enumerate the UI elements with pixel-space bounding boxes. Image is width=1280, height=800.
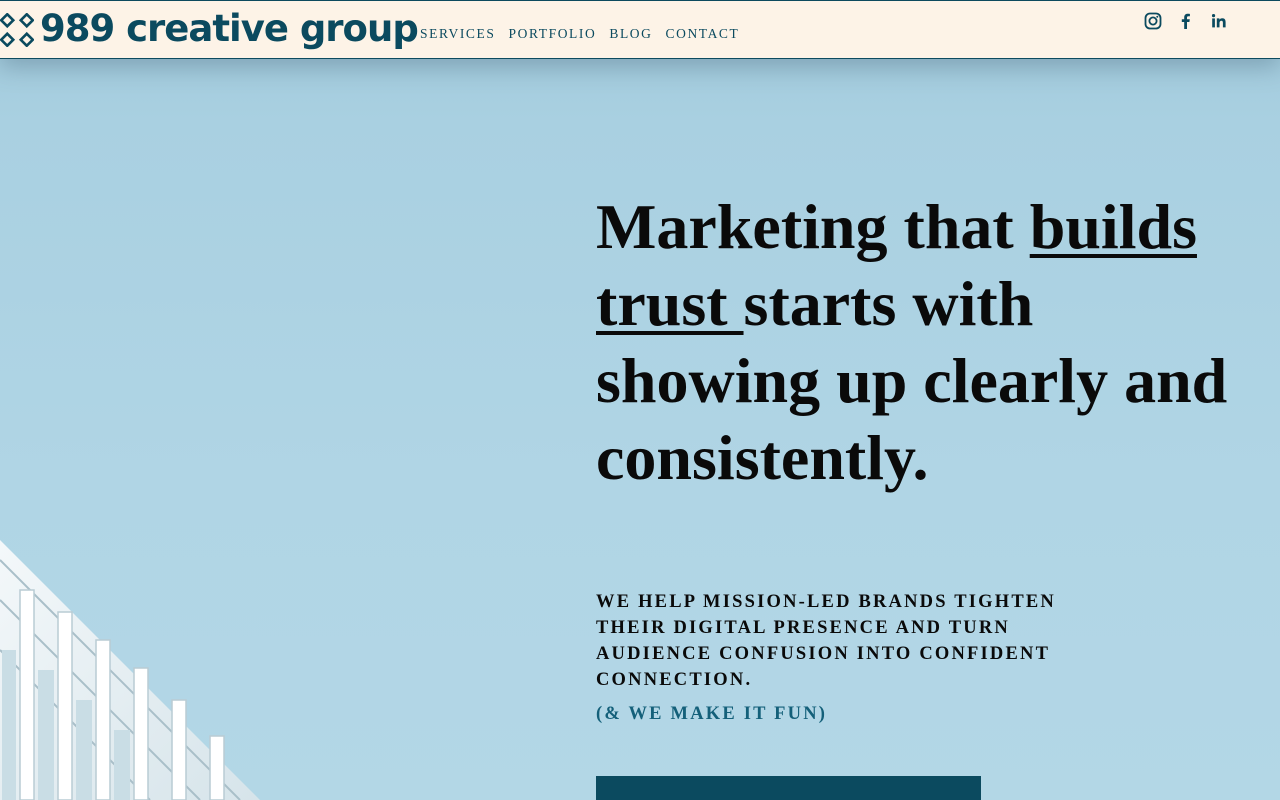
facebook-icon[interactable]: [1176, 11, 1196, 31]
hero-tagline: (& WE MAKE IT FUN): [596, 704, 828, 724]
hero-subheading: WE HELP MISSION-LED BRANDS TIGHTEN THEIR…: [596, 592, 1056, 690]
logo-diamonds-icon: [0, 13, 34, 47]
building-photo: [0, 540, 260, 800]
instagram-icon[interactable]: [1143, 11, 1163, 31]
nav-services[interactable]: SERVICES: [420, 27, 495, 41]
main-nav: SERVICES PORTFOLIO BLOG CONTACT: [420, 27, 739, 41]
nav-portfolio[interactable]: PORTFOLIO: [508, 27, 596, 41]
social-links: [1143, 11, 1229, 31]
page: 989 creative group SERVICES PORTFOLIO BL…: [0, 0, 1280, 800]
logo-link[interactable]: 989 creative group: [0, 6, 419, 53]
linkedin-icon[interactable]: [1209, 11, 1229, 31]
hero-heading-start: Marketing that: [596, 191, 1030, 262]
logo-text: 989 creative group: [40, 6, 419, 50]
site-header: 989 creative group SERVICES PORTFOLIO BL…: [0, 0, 1280, 59]
cta-button[interactable]: [596, 776, 981, 800]
nav-contact[interactable]: CONTACT: [666, 27, 740, 41]
hero-heading: Marketing that builds trust starts with …: [596, 188, 1236, 496]
nav-blog[interactable]: BLOG: [609, 27, 652, 41]
